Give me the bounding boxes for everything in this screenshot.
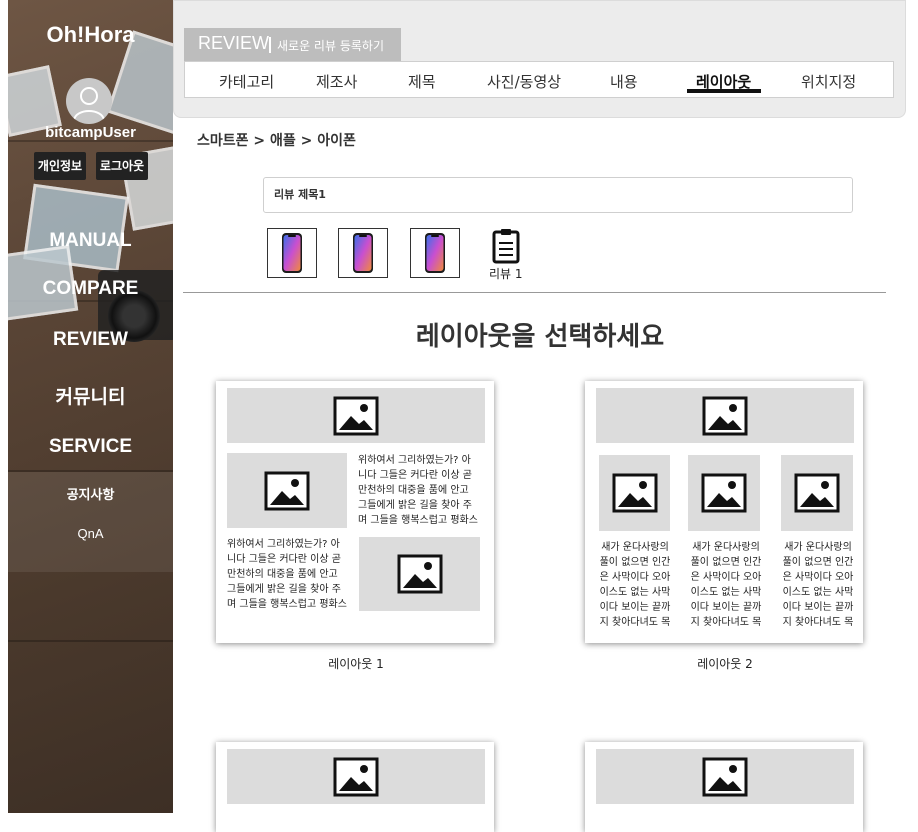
- tab-manufacturer[interactable]: 제조사: [316, 71, 357, 92]
- image-placeholder: [227, 749, 485, 804]
- sample-paragraph: 새가 운다사랑의 풀이 없으면 인간은 사막이다 오아이스도 없는 사막이다 보…: [782, 542, 854, 628]
- tab-location[interactable]: 위치지정: [801, 71, 856, 92]
- image-icon: [333, 757, 379, 796]
- clipboard-label: 리뷰 1: [489, 267, 523, 281]
- layout-option-4[interactable]: [585, 742, 863, 832]
- tab-media[interactable]: 사진/동영상: [487, 71, 561, 92]
- page-title: 레이아웃을 선택하세요: [415, 322, 665, 352]
- sidebar: Oh!Hora bitcampUser 개인정보 로그아웃 MANUAL COM…: [8, 0, 173, 813]
- layout-option-1[interactable]: 위하여서 그리하였는가? 아니다 그들은 커다란 이상 곧 만천하의 대중을 품…: [216, 381, 494, 643]
- image-placeholder: [227, 388, 485, 443]
- phone-thumbnail[interactable]: [338, 228, 388, 278]
- phone-image-icon: [282, 233, 302, 273]
- phone-image-icon: [353, 233, 373, 273]
- tab-content[interactable]: 내용: [610, 71, 638, 92]
- layout-option-3[interactable]: [216, 742, 494, 832]
- app-logo[interactable]: Oh!Hora: [8, 22, 173, 48]
- layout-option-2[interactable]: 새가 운다사랑의 풀이 없으면 인간은 사막이다 오아이스도 없는 사막이다 보…: [585, 381, 863, 643]
- image-placeholder: [781, 455, 853, 531]
- image-icon: [333, 396, 379, 435]
- sample-paragraph: 새가 운다사랑의 풀이 없으면 인간은 사막이다 오아이스도 없는 사막이다 보…: [690, 542, 762, 628]
- nav-manual[interactable]: MANUAL: [8, 230, 173, 252]
- sample-paragraph: 위하여서 그리하였는가? 아니다 그들은 커다란 이상 곧 만천하의 대중을 품…: [227, 539, 347, 609]
- image-icon: [264, 471, 310, 510]
- divider: [183, 292, 886, 293]
- active-tab-indicator: [687, 89, 761, 93]
- image-icon: [702, 757, 748, 796]
- image-placeholder: [596, 388, 854, 443]
- clipboard-icon[interactable]: [491, 228, 521, 264]
- review-title-field[interactable]: 리뷰 제목1: [263, 177, 853, 213]
- tab-title[interactable]: 제목: [408, 71, 436, 92]
- step-tabs: 카테고리 제조사 제목 사진/동영상 내용 레이아웃 위치지정: [184, 61, 894, 98]
- divider: [269, 37, 271, 53]
- image-placeholder: [227, 453, 347, 528]
- phone-thumbnail[interactable]: [410, 228, 460, 278]
- review-label: REVIEW: [198, 33, 270, 53]
- sample-paragraph: 위하여서 그리하였는가? 아니다 그들은 커다란 이상 곧 만천하의 대중을 품…: [358, 455, 478, 525]
- tab-category[interactable]: 카테고리: [219, 71, 274, 92]
- profile-button[interactable]: 개인정보: [34, 152, 86, 180]
- nav-compare[interactable]: COMPARE: [8, 278, 173, 300]
- review-subtitle: 새로운 리뷰 등록하기: [277, 39, 384, 53]
- image-icon: [397, 554, 442, 594]
- user-icon: [73, 87, 105, 121]
- image-placeholder: [688, 455, 760, 531]
- nav-community[interactable]: 커뮤니티: [8, 382, 173, 409]
- image-icon: [701, 473, 747, 513]
- image-placeholder: [596, 749, 854, 804]
- phone-thumbnail[interactable]: [267, 228, 317, 278]
- breadcrumb: 스마트폰 > 애플 > 아이폰: [197, 133, 356, 149]
- nav-notice[interactable]: 공지사항: [8, 484, 173, 503]
- review-tab: REVIEW 새로운 리뷰 등록하기: [184, 28, 401, 61]
- image-placeholder: [359, 537, 480, 611]
- image-placeholder: [599, 455, 670, 531]
- nav-review[interactable]: REVIEW: [8, 329, 173, 351]
- username: bitcampUser: [45, 124, 136, 141]
- phone-image-icon: [425, 233, 445, 273]
- sample-paragraph: 새가 운다사랑의 풀이 없으면 인간은 사막이다 오아이스도 없는 사막이다 보…: [599, 542, 671, 628]
- nav-qna[interactable]: QnA: [8, 526, 173, 541]
- image-icon: [794, 473, 840, 513]
- image-icon: [612, 473, 657, 513]
- logout-button[interactable]: 로그아웃: [96, 152, 148, 180]
- image-icon: [702, 396, 748, 435]
- nav-service[interactable]: SERVICE: [8, 436, 173, 458]
- layout-label: 레이아웃 2: [697, 657, 753, 671]
- avatar[interactable]: [66, 78, 112, 124]
- layout-label: 레이아웃 1: [328, 657, 384, 671]
